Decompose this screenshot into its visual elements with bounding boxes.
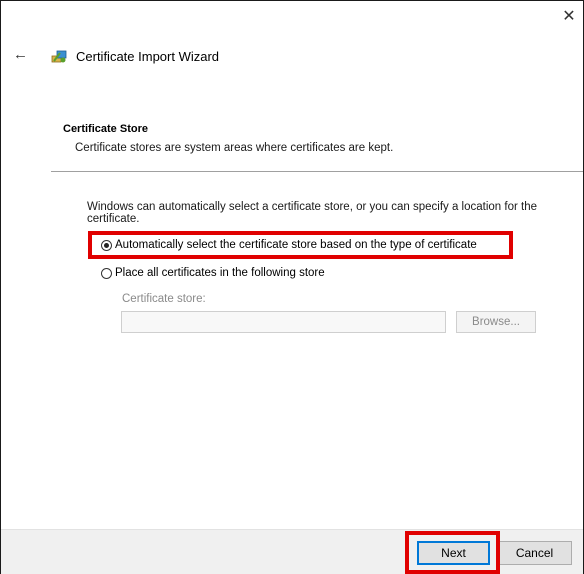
highlight-box-auto-select [88, 231, 513, 259]
back-arrow-icon[interactable]: ← [13, 46, 28, 63]
highlight-box-next [405, 531, 500, 574]
browse-button: Browse... [456, 311, 536, 333]
radio-place-in-store[interactable]: Place all certificates in the following … [101, 264, 325, 282]
cancel-button[interactable]: Cancel [497, 541, 572, 565]
section-description: Certificate stores are system areas wher… [75, 142, 394, 154]
header-divider [51, 171, 583, 172]
wizard-title: Certificate Import Wizard [76, 49, 220, 64]
section-title: Certificate Store [63, 123, 148, 135]
radio-place-in-store-label: Place all certificates in the following … [115, 267, 325, 279]
dialog-window: ✕ ← Certificate Import Wizard Certificat… [0, 0, 584, 574]
certificate-store-label: Certificate store: [122, 293, 206, 305]
radio-button-unchecked[interactable] [101, 267, 112, 279]
intro-text: Windows can automatically select a certi… [87, 201, 537, 225]
certificate-wizard-icon [51, 48, 69, 64]
certificate-store-field [121, 311, 446, 333]
close-icon[interactable]: ✕ [561, 9, 577, 25]
